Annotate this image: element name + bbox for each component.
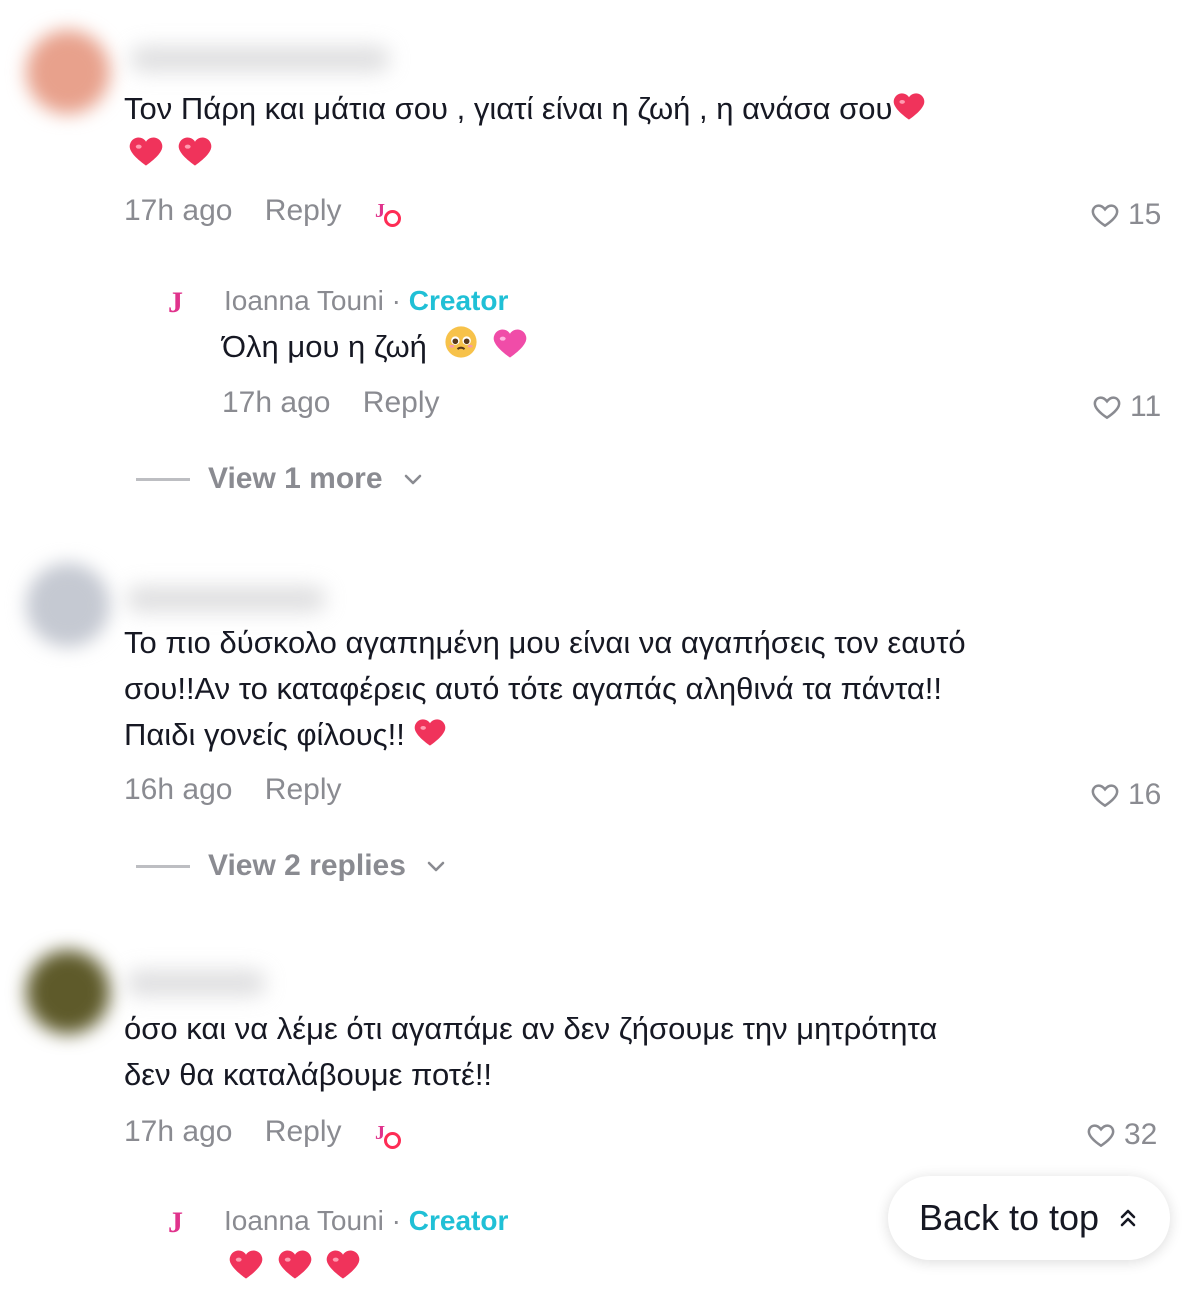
- comment-meta: 16h ago Reply: [124, 773, 342, 807]
- like-count: 15: [1128, 198, 1162, 231]
- creator-liked-icon: J: [375, 1122, 415, 1156]
- reply-author: Ioanna Touni · Creator: [224, 1205, 509, 1236]
- red-heart-emoji: [277, 1247, 313, 1293]
- timestamp: 17h ago: [124, 194, 233, 227]
- comment-text-line2: δεν θα καταλάβουμε ποτέ!!: [124, 1057, 493, 1092]
- creator-avatar[interactable]: J: [168, 286, 183, 320]
- username-blurred[interactable]: [126, 970, 266, 996]
- heart-outline-icon: [1091, 204, 1119, 228]
- reply-button[interactable]: Reply: [265, 1115, 342, 1148]
- reply-text: Όλη μου η ζωή: [222, 324, 528, 372]
- double-chevron-up-icon: [1120, 1209, 1136, 1227]
- comment-text-line2: σου!!Αν το καταφέρεις αυτό τότε αγαπάς α…: [124, 671, 942, 706]
- username-blurred[interactable]: [126, 586, 326, 612]
- creator-badge: Creator: [408, 285, 509, 316]
- reply-meta: 17h ago Reply: [222, 386, 440, 420]
- red-heart-emoji: [177, 134, 213, 180]
- heart-outline-icon: [1091, 784, 1119, 808]
- timestamp: 17h ago: [222, 386, 331, 419]
- red-heart-emoji: [228, 1247, 264, 1293]
- author-name[interactable]: Ioanna Touni: [224, 285, 384, 316]
- red-heart-emoji: [128, 134, 164, 180]
- avatar[interactable]: [26, 563, 110, 647]
- divider-line: [136, 864, 190, 868]
- divider-line: [136, 477, 190, 481]
- reply-author: Ioanna Touni · Creator: [224, 285, 509, 316]
- avatar[interactable]: [26, 950, 110, 1034]
- username-blurred[interactable]: [130, 46, 390, 72]
- like-button[interactable]: 15: [1090, 198, 1161, 232]
- heart-outline-icon: [1093, 396, 1121, 420]
- timestamp: 16h ago: [124, 773, 233, 806]
- red-heart-emoji: [413, 714, 447, 760]
- creator-liked-icon: J: [375, 200, 415, 234]
- reply-button[interactable]: Reply: [265, 773, 342, 806]
- timestamp: 17h ago: [124, 1115, 233, 1148]
- like-count: 16: [1128, 778, 1162, 811]
- red-heart-emoji: [892, 88, 926, 134]
- view-replies-button[interactable]: View 2 replies: [136, 849, 448, 883]
- comment-meta: 17h ago Reply: [124, 194, 342, 228]
- like-button[interactable]: 11: [1092, 390, 1161, 424]
- creator-avatar[interactable]: J: [168, 1206, 183, 1240]
- chevron-down-icon: [404, 474, 421, 485]
- comment-text: όσο και να λέμε ότι αγαπάμε αν δεν ζήσου…: [124, 1011, 938, 1046]
- back-to-top-label: Back to top: [918, 1197, 1100, 1238]
- author-name[interactable]: Ioanna Touni: [224, 1205, 384, 1236]
- reply-button[interactable]: Reply: [363, 386, 440, 419]
- back-to-top-button[interactable]: Back to top: [888, 1176, 1170, 1260]
- reply-button[interactable]: Reply: [265, 194, 342, 227]
- like-button[interactable]: 16: [1090, 778, 1161, 812]
- like-count: 11: [1130, 390, 1162, 423]
- heart-outline-icon: [1087, 1124, 1115, 1148]
- comment-text: Τον Πάρη και μάτια σου , γιατί είναι η ζ…: [124, 86, 926, 134]
- like-button[interactable]: 32: [1086, 1118, 1157, 1152]
- like-count: 32: [1124, 1118, 1158, 1151]
- comment-text-line3: Παιδι γονείς φίλους!!: [124, 712, 447, 760]
- comment-text-line2: [128, 132, 213, 180]
- comment-text: Το πιο δύσκολο αγαπημένη μου είναι να αγ…: [124, 625, 966, 660]
- pink-heart-emoji: [492, 326, 528, 372]
- creator-badge: Creator: [408, 1205, 509, 1236]
- chevron-down-icon: [427, 861, 445, 872]
- reply-text: [228, 1245, 361, 1293]
- pleading-face-emoji: [444, 325, 478, 372]
- comment-meta: 17h ago Reply: [124, 1115, 342, 1149]
- view-more-replies-button[interactable]: View 1 more: [136, 462, 425, 496]
- avatar[interactable]: [26, 30, 110, 114]
- red-heart-emoji: [325, 1247, 361, 1293]
